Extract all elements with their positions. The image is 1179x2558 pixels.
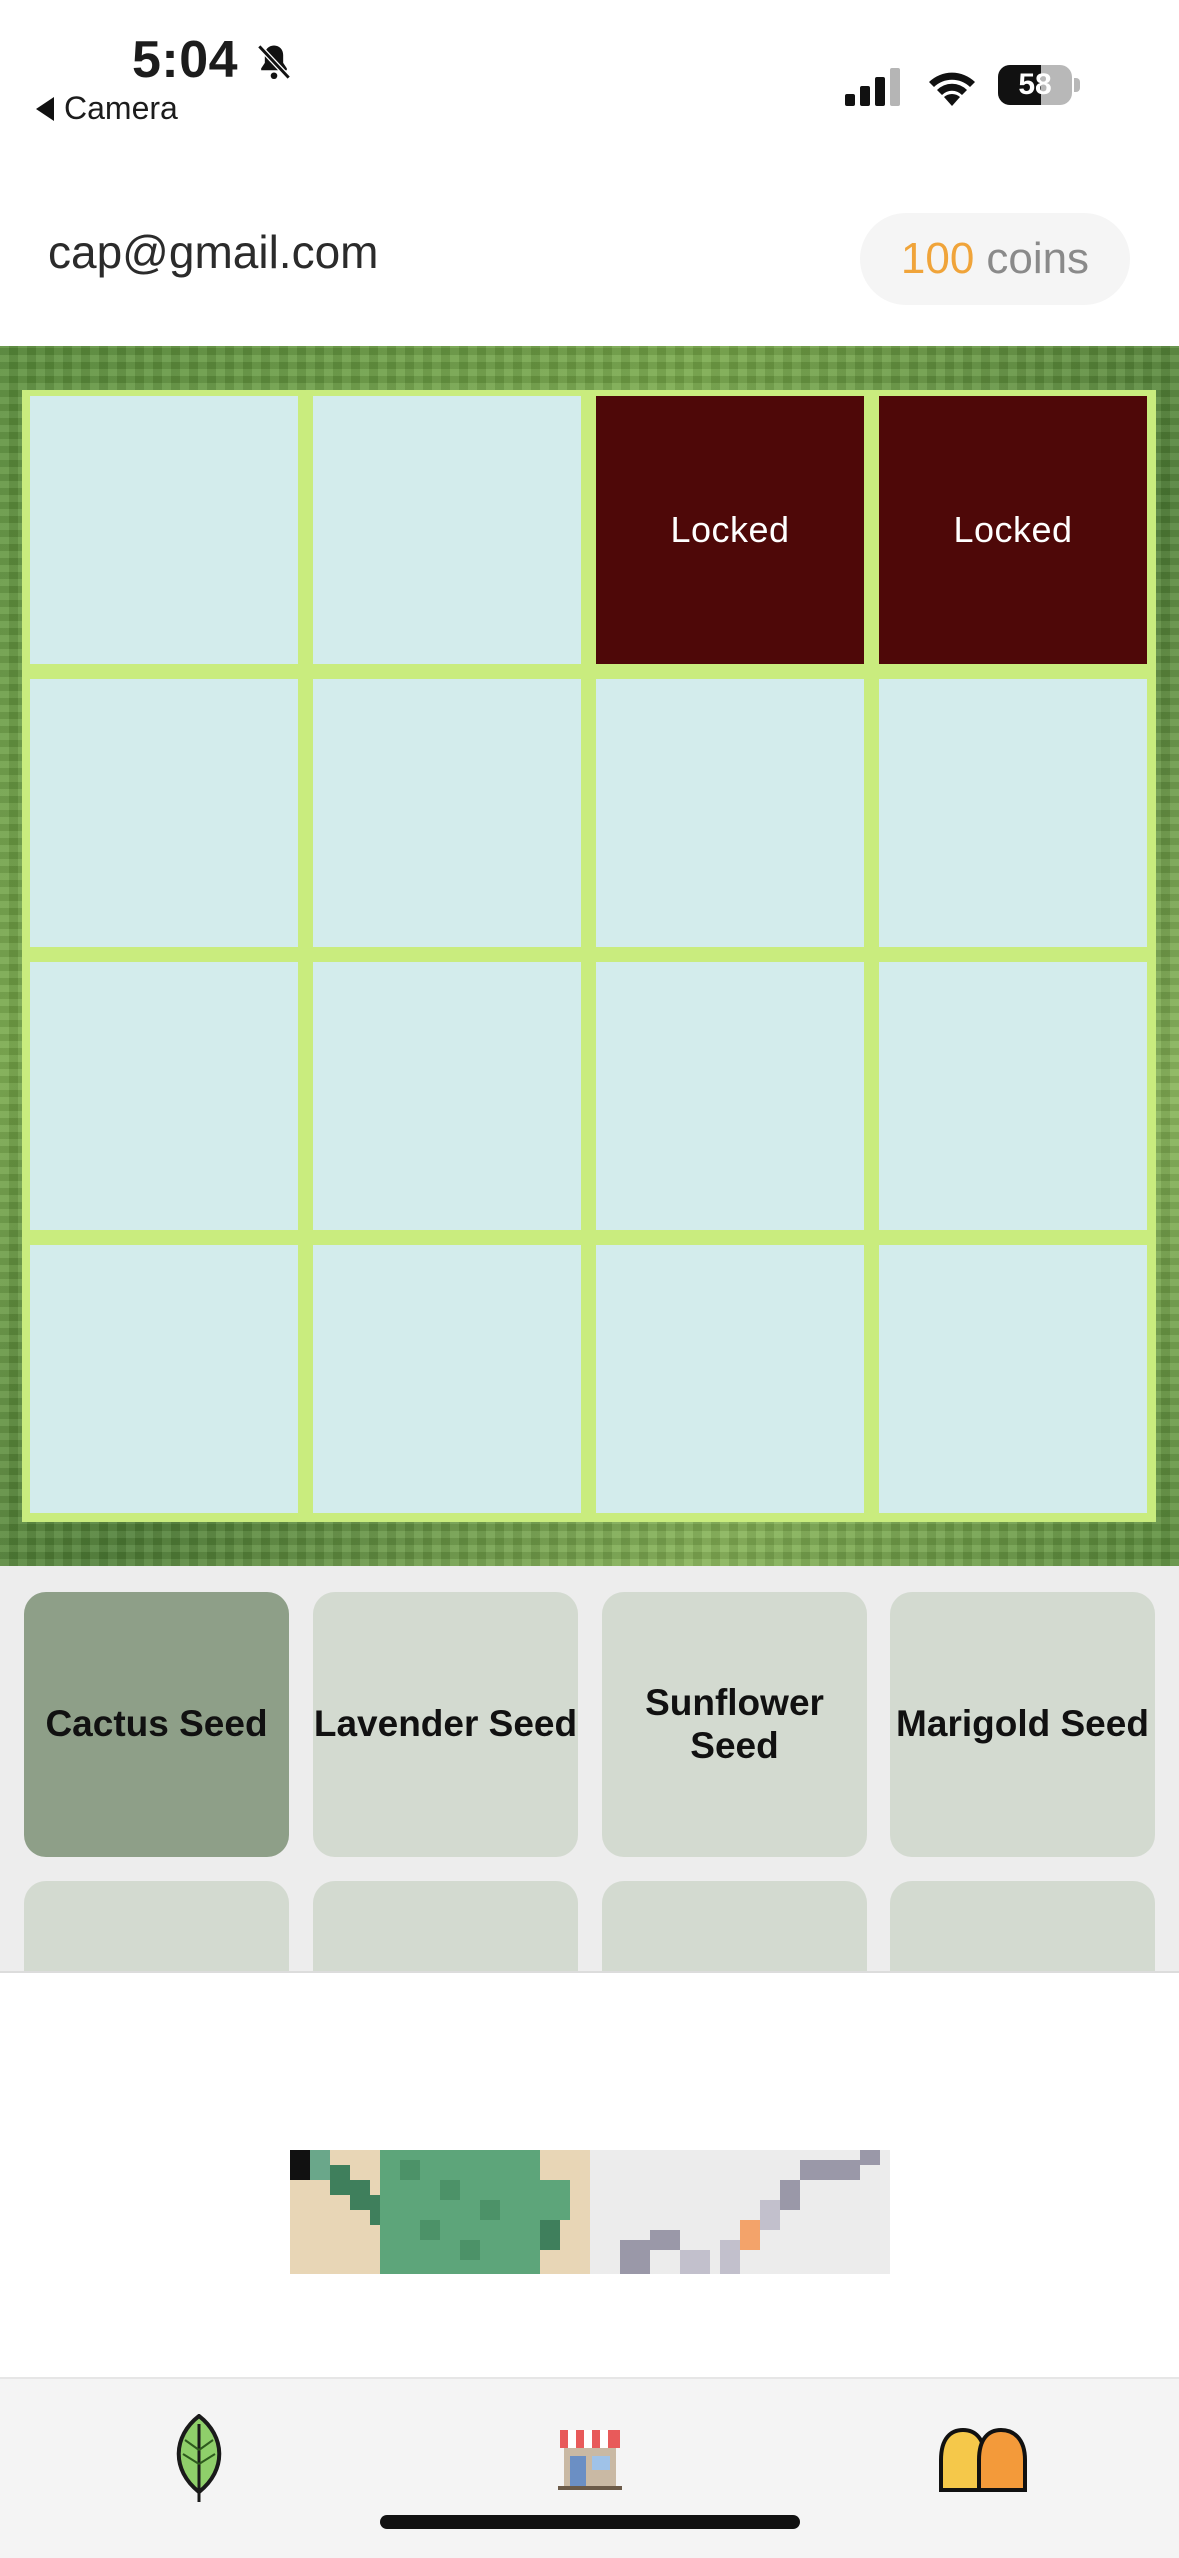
garden-plot[interactable]	[313, 679, 581, 947]
bell-slash-icon	[257, 44, 291, 80]
garden-plot[interactable]	[313, 396, 581, 664]
garden-plot[interactable]	[596, 679, 864, 947]
garden-plot[interactable]	[313, 962, 581, 1230]
tray-divider	[0, 1971, 1179, 1973]
bottom-tab-bar	[0, 2377, 1179, 2558]
seed-item[interactable]	[890, 1881, 1155, 1972]
garden-plot[interactable]	[596, 962, 864, 1230]
garden-plot[interactable]	[30, 1245, 298, 1513]
coins-badge: 100 coins	[860, 213, 1130, 305]
user-email: cap@gmail.com	[48, 226, 379, 278]
seed-item-sunflower[interactable]: Sunflower Seed	[602, 1592, 867, 1857]
tab-garden[interactable]	[144, 2409, 254, 2509]
battery-level: 58	[1018, 68, 1052, 101]
seed-item-lavender[interactable]: Lavender Seed	[313, 1592, 578, 1857]
pixel-art-banner	[290, 2150, 890, 2274]
garden-plot[interactable]	[30, 962, 298, 1230]
status-time: 5:04	[132, 31, 239, 89]
back-triangle-icon	[36, 96, 54, 121]
seed-item[interactable]	[313, 1881, 578, 1972]
coins-label: coins	[986, 234, 1090, 283]
garden-plot-locked[interactable]: Locked	[596, 396, 864, 664]
signal-icon	[845, 68, 900, 106]
garden-plot[interactable]	[879, 1245, 1147, 1513]
seed-tray[interactable]: Cactus Seed Lavender Seed Sunflower Seed…	[0, 1566, 1179, 1972]
garden-plot-locked[interactable]: Locked	[879, 396, 1147, 664]
battery-icon: 58	[998, 65, 1080, 105]
wifi-icon	[929, 72, 975, 106]
tab-friends[interactable]	[928, 2409, 1038, 2509]
garden-plot[interactable]	[596, 1245, 864, 1513]
garden-plot[interactable]	[879, 679, 1147, 947]
status-bar: 5:04 Camera 58	[0, 0, 1179, 150]
garden-plot[interactable]	[313, 1245, 581, 1513]
home-indicator	[380, 2515, 800, 2529]
garden-plot[interactable]	[879, 962, 1147, 1230]
shop-icon	[558, 2430, 622, 2490]
garden-plot[interactable]	[30, 396, 298, 664]
tab-shop[interactable]	[535, 2409, 645, 2509]
coins-amount: 100	[900, 234, 975, 283]
back-to-camera-link[interactable]: Camera	[36, 90, 178, 127]
seed-item[interactable]	[602, 1881, 867, 1972]
garden-plot[interactable]	[30, 679, 298, 947]
leaf-icon	[176, 2414, 222, 2502]
back-camera-label: Camera	[64, 90, 178, 126]
friends-icon	[939, 2427, 1027, 2492]
seed-item-cactus[interactable]: Cactus Seed	[24, 1592, 289, 1857]
seed-item[interactable]	[24, 1881, 289, 1972]
garden-area: Locked Locked	[0, 346, 1179, 1566]
seed-item-marigold[interactable]: Marigold Seed	[890, 1592, 1155, 1857]
